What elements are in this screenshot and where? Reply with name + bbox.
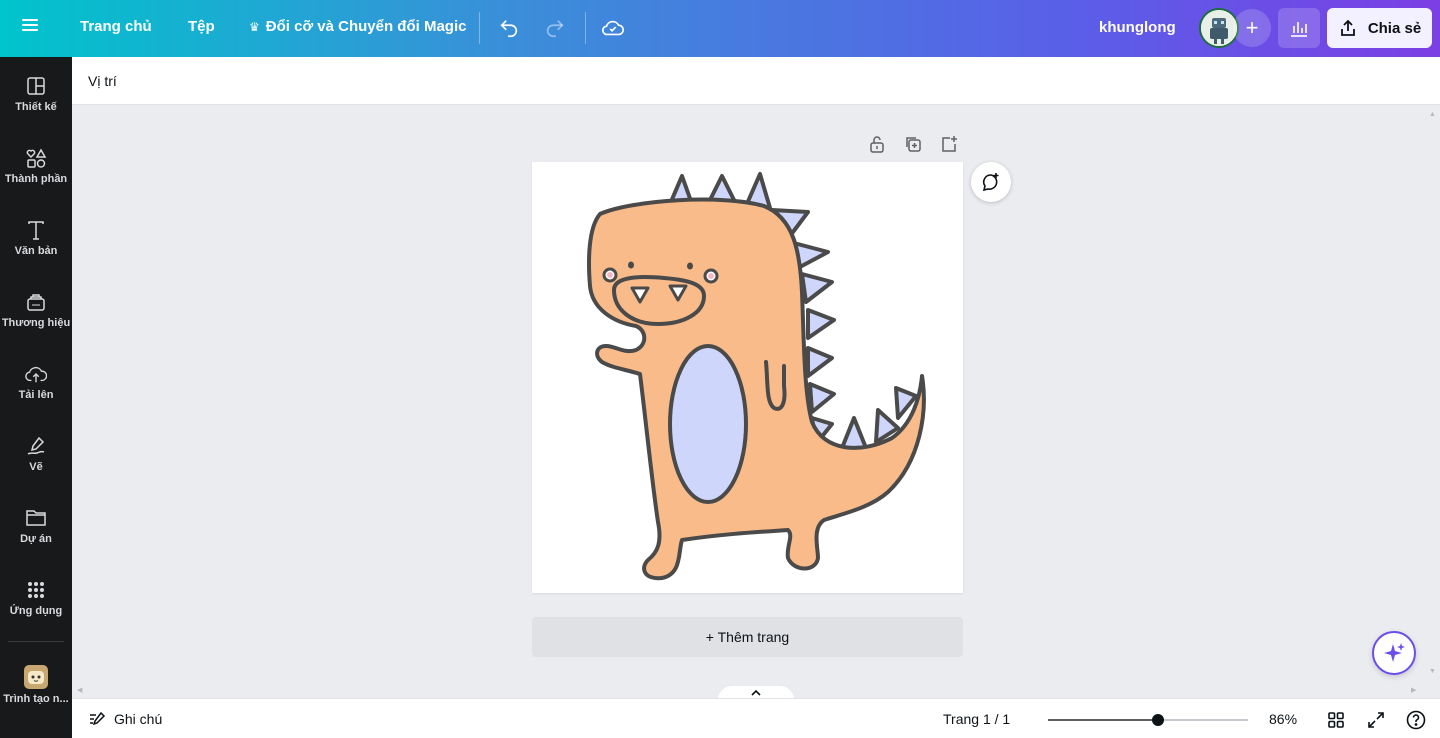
- lock-page-icon[interactable]: [866, 133, 888, 155]
- dinosaur-illustration[interactable]: [532, 162, 963, 593]
- insights-chart-icon[interactable]: [1278, 8, 1320, 48]
- sidebar-item-label: Văn bản: [14, 245, 58, 257]
- brand-icon: [27, 294, 45, 311]
- upload-cloud-icon: [25, 366, 47, 383]
- sidebar-item-projects[interactable]: Dự án: [0, 507, 72, 571]
- scroll-right-arrow-icon[interactable]: ▶: [1411, 686, 1416, 694]
- top-toolbar: Trang chủ Tệp ♛ Đổi cỡ và Chuyển đổi Magi…: [0, 0, 1440, 57]
- help-icon[interactable]: [1404, 708, 1428, 732]
- sidebar-item-label: Thiết kế: [15, 101, 57, 113]
- toolbar-divider: [585, 12, 586, 44]
- zoom-slider-fill: [1048, 719, 1158, 721]
- text-icon: [28, 221, 44, 240]
- sidebar-item-draw[interactable]: Vẽ: [0, 435, 72, 499]
- magic-resize-label: Đổi cỡ và Chuyển đổi Magic: [265, 18, 467, 35]
- share-button[interactable]: Chia sẻ: [1327, 8, 1432, 48]
- layout-icon: [27, 77, 45, 95]
- draw-icon: [27, 436, 45, 455]
- folder-icon: [26, 510, 46, 526]
- sidebar-item-label: Tải lên: [18, 389, 54, 401]
- zoom-slider[interactable]: [1048, 714, 1248, 726]
- chevron-up-icon: [751, 689, 761, 696]
- project-name[interactable]: khunglong: [1099, 19, 1176, 36]
- sidebar-item-label: Thương hiệu: [1, 317, 71, 329]
- bottom-toolbar: Ghi chú Trang 1 / 1 86%: [72, 698, 1440, 738]
- app-avatar-icon: [24, 665, 48, 689]
- sidebar-item-brand[interactable]: Thương hiệu: [0, 291, 72, 355]
- context-toolbar: Vị trí: [72, 57, 1440, 105]
- menu-hamburger-icon[interactable]: [22, 16, 50, 40]
- grid-view-icon[interactable]: [1324, 708, 1348, 732]
- redo-icon[interactable]: [541, 14, 569, 42]
- sidebar-item-label: Ứng dụng: [9, 605, 63, 617]
- share-label: Chia sẻ: [1367, 19, 1422, 37]
- magic-assistant-icon[interactable]: [1372, 631, 1416, 675]
- sidebar-divider: [8, 641, 64, 642]
- add-comment-icon[interactable]: [971, 162, 1011, 202]
- design-page[interactable]: [532, 162, 963, 593]
- scroll-up-arrow-icon[interactable]: ▲: [1429, 111, 1436, 118]
- sidebar-item-label: Dự án: [20, 533, 52, 545]
- scroll-down-arrow-icon[interactable]: ▼: [1429, 668, 1436, 675]
- apps-grid-icon: [28, 582, 44, 598]
- zoom-percentage[interactable]: 86%: [1269, 711, 1297, 727]
- position-button[interactable]: Vị trí: [88, 73, 117, 89]
- share-upload-icon: [1340, 19, 1355, 36]
- undo-icon[interactable]: [495, 14, 523, 42]
- page-counter[interactable]: Trang 1 / 1: [943, 711, 1010, 727]
- home-link[interactable]: Trang chủ: [80, 18, 152, 35]
- notes-pencil-icon: [90, 711, 106, 726]
- crown-icon: ♛: [249, 20, 260, 34]
- notes-label: Ghi chú: [114, 711, 163, 727]
- notes-button[interactable]: Ghi chú: [88, 710, 162, 728]
- cloud-saved-icon[interactable]: [599, 14, 627, 42]
- file-menu[interactable]: Tệp: [188, 18, 215, 35]
- left-sidebar: Thiết kế Thành phần Văn bản Thương hiệu …: [0, 57, 72, 738]
- sidebar-item-label: Trình tạo n...: [3, 693, 69, 705]
- add-page-icon[interactable]: [938, 133, 960, 155]
- toolbar-divider: [479, 12, 480, 44]
- sidebar-item-label: Thành phần: [4, 173, 68, 185]
- sidebar-item-apps[interactable]: Ứng dụng: [0, 579, 72, 643]
- fullscreen-icon[interactable]: [1364, 708, 1388, 732]
- add-collaborator-button[interactable]: +: [1233, 9, 1271, 47]
- add-page-button[interactable]: + Thêm trang: [532, 617, 963, 657]
- sidebar-item-text[interactable]: Văn bản: [0, 219, 72, 283]
- scroll-left-arrow-icon[interactable]: ◀: [77, 686, 82, 694]
- sidebar-item-label: Vẽ: [29, 461, 43, 473]
- sidebar-item-uploads[interactable]: Tải lên: [0, 363, 72, 427]
- sidebar-item-generator-app[interactable]: Trình tạo n...: [0, 665, 72, 729]
- magic-resize-button[interactable]: ♛ Đổi cỡ và Chuyển đổi Magic: [249, 18, 466, 35]
- sidebar-item-design[interactable]: Thiết kế: [0, 75, 72, 139]
- zoom-slider-thumb[interactable]: [1152, 714, 1164, 726]
- shapes-icon: [26, 148, 47, 168]
- duplicate-page-icon[interactable]: [902, 133, 924, 155]
- sidebar-item-elements[interactable]: Thành phần: [0, 147, 72, 211]
